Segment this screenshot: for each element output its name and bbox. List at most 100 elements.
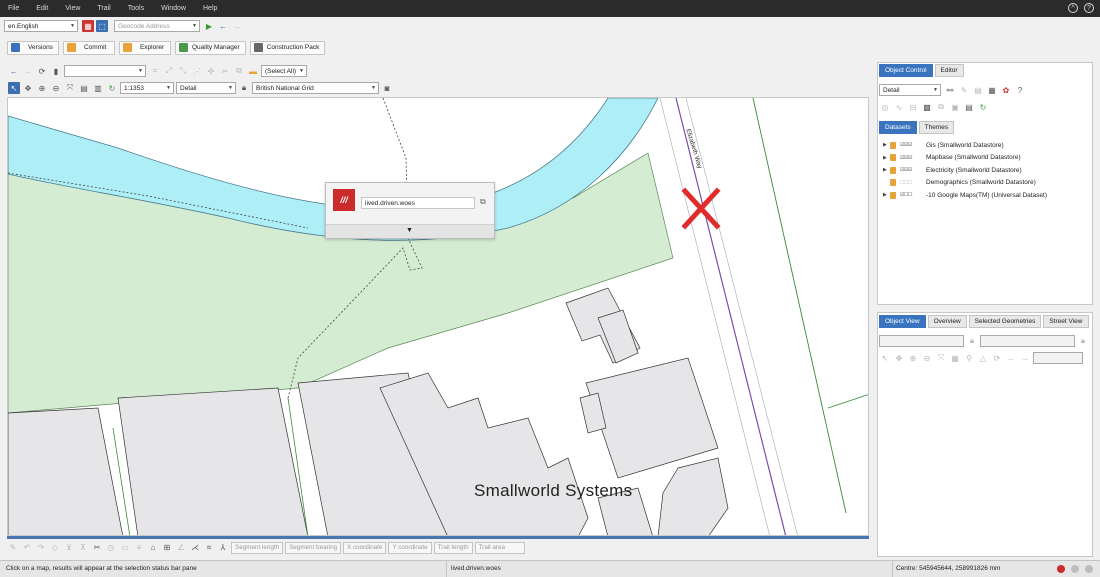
refresh-icon[interactable]: ⟳ [36, 65, 48, 77]
tab-object-view[interactable]: Object View [879, 315, 926, 328]
scissors-icon[interactable]: ✂ [91, 542, 103, 554]
split-icon[interactable]: ⅄ [217, 542, 229, 554]
vertex-tool-icon[interactable]: ⊻ [63, 542, 75, 554]
zoom-out-icon[interactable]: ⊖ [50, 82, 62, 94]
document-icon[interactable]: ▤ [963, 101, 975, 113]
crop-icon[interactable]: ⌗ [203, 542, 215, 554]
tree-row-electricity[interactable]: ▶ ☑☑☑ Electricity (Smallworld Datastore) [880, 164, 1092, 177]
angle-icon[interactable]: ∠ [175, 542, 187, 554]
expand-arrow-icon[interactable]: ▶ [883, 192, 890, 198]
object-collection-select[interactable] [879, 335, 964, 347]
expand-arrow-icon[interactable]: ▶ [883, 167, 890, 173]
y-coordinate-field[interactable]: Y coordinate [388, 541, 432, 554]
menu-help[interactable]: Help [195, 5, 226, 12]
binoculars-icon[interactable]: ⚯ [944, 84, 956, 96]
help-icon[interactable]: ? [1084, 3, 1094, 13]
folder-icon[interactable]: ▬ [247, 65, 259, 77]
segment-bearing-field[interactable]: Segment bearing [285, 541, 342, 554]
lock-icon[interactable]: 🔒︎ [238, 82, 250, 94]
layer-icon[interactable]: ▤ [972, 84, 984, 96]
object-view-select[interactable] [1033, 352, 1083, 364]
copy-icon[interactable]: ⧉ [480, 197, 486, 207]
menu-view[interactable]: View [57, 5, 89, 12]
crs-select[interactable]: British National Grid ▼ [252, 82, 379, 94]
zoom-out-icon[interactable]: ⊖ [921, 352, 933, 364]
tree-row-google-maps[interactable]: ▶ ☑☐☐ -10 Google Maps(TM) (Universal Dat… [880, 189, 1092, 202]
grid-layer-icon[interactable]: ▩ [921, 101, 933, 113]
trail-icon[interactable]: ⋰ [191, 65, 203, 77]
help-circle-icon[interactable]: ? [1014, 84, 1026, 96]
zoom-extent-icon[interactable]: ⤧ [935, 352, 947, 364]
align-icon[interactable]: ≡ [133, 542, 145, 554]
bookmark-icon[interactable]: ▮ [50, 65, 62, 77]
shape-icon[interactable]: ◇ [49, 542, 61, 554]
camera-icon[interactable]: ◙ [381, 82, 393, 94]
visibility-checkboxes[interactable]: ☑☑☑ [900, 167, 918, 173]
commit-button[interactable]: Commit [62, 40, 115, 55]
tab-themes[interactable]: Themes [918, 121, 955, 134]
tab-editor[interactable]: Editor [934, 64, 964, 77]
construction-pack-button[interactable]: Construction Pack [249, 40, 326, 55]
forward-arrow-icon[interactable]: → [231, 20, 243, 32]
undo-icon[interactable]: ↶ [21, 542, 33, 554]
object-select[interactable] [980, 335, 1075, 347]
tab-selected-geometries[interactable]: Selected Geometries [968, 315, 1042, 328]
back-arrow-icon[interactable]: ← [1005, 352, 1017, 364]
visibility-checkboxes[interactable]: ☐☐☐ [900, 180, 918, 186]
filter-icon[interactable]: ⊟ [907, 101, 919, 113]
copy-icon[interactable]: ⧉ [233, 65, 245, 77]
trail-tool-icon[interactable]: ✎ [7, 542, 19, 554]
forward-arrow-icon[interactable]: → [22, 65, 34, 77]
pointer-icon[interactable]: ↖ [8, 82, 20, 94]
pan-icon[interactable]: ✥ [893, 352, 905, 364]
back-arrow-icon[interactable]: ← [217, 20, 229, 32]
tree-row-demographics[interactable]: ☐☐☐ Demographics (Smallworld Datastore) [880, 177, 1092, 190]
redraw-icon[interactable]: ↻ [106, 82, 118, 94]
menu-trail[interactable]: Trail [89, 5, 119, 12]
tree-row-mapbase[interactable]: ▶ ☑☑☑ Mapbase (Smallworld Datastore) [880, 152, 1092, 165]
detail-select[interactable]: Detail ▼ [176, 82, 236, 94]
redo-icon[interactable]: ↷ [35, 542, 47, 554]
trail-area-field[interactable]: Trail area [474, 541, 525, 554]
grid-icon[interactable]: ▦ [949, 352, 961, 364]
object-detail-select[interactable]: Detail ▼ [879, 84, 941, 96]
tab-object-control[interactable]: Object Control [879, 64, 933, 77]
tab-datasets[interactable]: Datasets [879, 121, 917, 134]
popup-expand-icon[interactable]: ▼ [406, 227, 413, 234]
visibility-checkboxes[interactable]: ☑☑☑ [900, 155, 918, 161]
offset-icon[interactable]: ⊼ [77, 542, 89, 554]
visibility-icon[interactable]: ◎ [879, 101, 891, 113]
x-coordinate-field[interactable]: X coordinate [343, 541, 387, 554]
visibility-checkboxes[interactable]: ☑☑☑ [900, 142, 918, 148]
go-icon[interactable]: ▶ [203, 20, 215, 32]
menu-file[interactable]: File [0, 5, 28, 12]
versions-button[interactable]: Versions [7, 40, 59, 55]
zoom-extent-icon[interactable]: ⤧ [64, 82, 76, 94]
copy-layer-icon[interactable]: ⧉ [935, 101, 947, 113]
snap-tool-icon[interactable]: ⋌ [189, 542, 201, 554]
info-icon[interactable]: ▤ [78, 82, 90, 94]
style-icon[interactable]: ∿ [893, 101, 905, 113]
tab-overview[interactable]: Overview [927, 315, 967, 328]
segment-length-field[interactable]: Segment length [231, 541, 284, 554]
polygon-tool-icon[interactable]: ⌂ [147, 542, 159, 554]
paste-layer-icon[interactable]: ▣ [949, 101, 961, 113]
zoom-in-icon[interactable]: ⊕ [36, 82, 48, 94]
menu-window[interactable]: Window [153, 5, 195, 12]
language-select[interactable]: en.English ▼ [4, 20, 78, 32]
up-icon[interactable]: △ [977, 352, 989, 364]
geocode-tool-icon[interactable]: ⬚ [96, 20, 108, 32]
language-flag-icon[interactable]: ▦ [82, 20, 94, 32]
status-record-icon[interactable] [1057, 565, 1065, 573]
table-icon[interactable]: ▦ [986, 84, 998, 96]
visibility-checkboxes[interactable]: ☑☐☐ [900, 192, 918, 198]
tree-row-gis[interactable]: ▶ ☑☑☑ Gis (Smallworld Datastore) [880, 139, 1092, 152]
edit-icon[interactable]: ▭ [119, 542, 131, 554]
forward-arrow-icon[interactable]: → [1019, 352, 1031, 364]
sync-icon[interactable]: ⟳ [991, 352, 1003, 364]
lock-icon[interactable]: 🔒︎ [1077, 335, 1089, 347]
explorer-button[interactable]: Explorer [118, 40, 171, 55]
clock-icon[interactable]: ◷ [105, 542, 117, 554]
vertex-icon[interactable]: ✣ [205, 65, 217, 77]
select-mode-icon[interactable]: ⤢ [163, 65, 175, 77]
